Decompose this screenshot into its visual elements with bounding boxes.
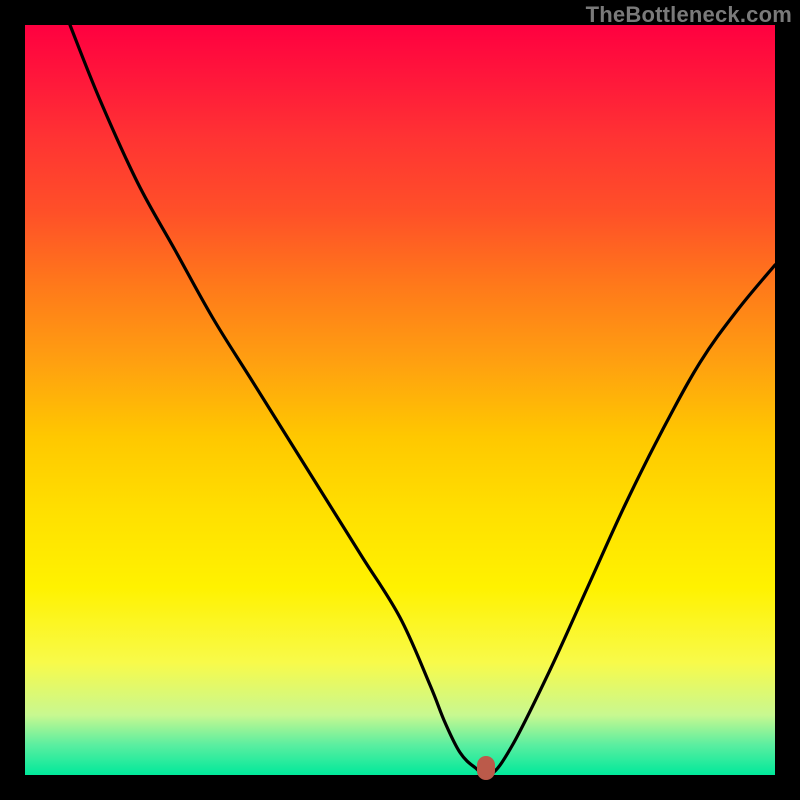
bottleneck-curve bbox=[70, 25, 775, 775]
optimal-point-marker bbox=[477, 756, 495, 780]
curve-svg bbox=[25, 25, 775, 775]
chart-container: TheBottleneck.com bbox=[0, 0, 800, 800]
plot-area bbox=[25, 25, 775, 775]
watermark-label: TheBottleneck.com bbox=[586, 2, 792, 28]
